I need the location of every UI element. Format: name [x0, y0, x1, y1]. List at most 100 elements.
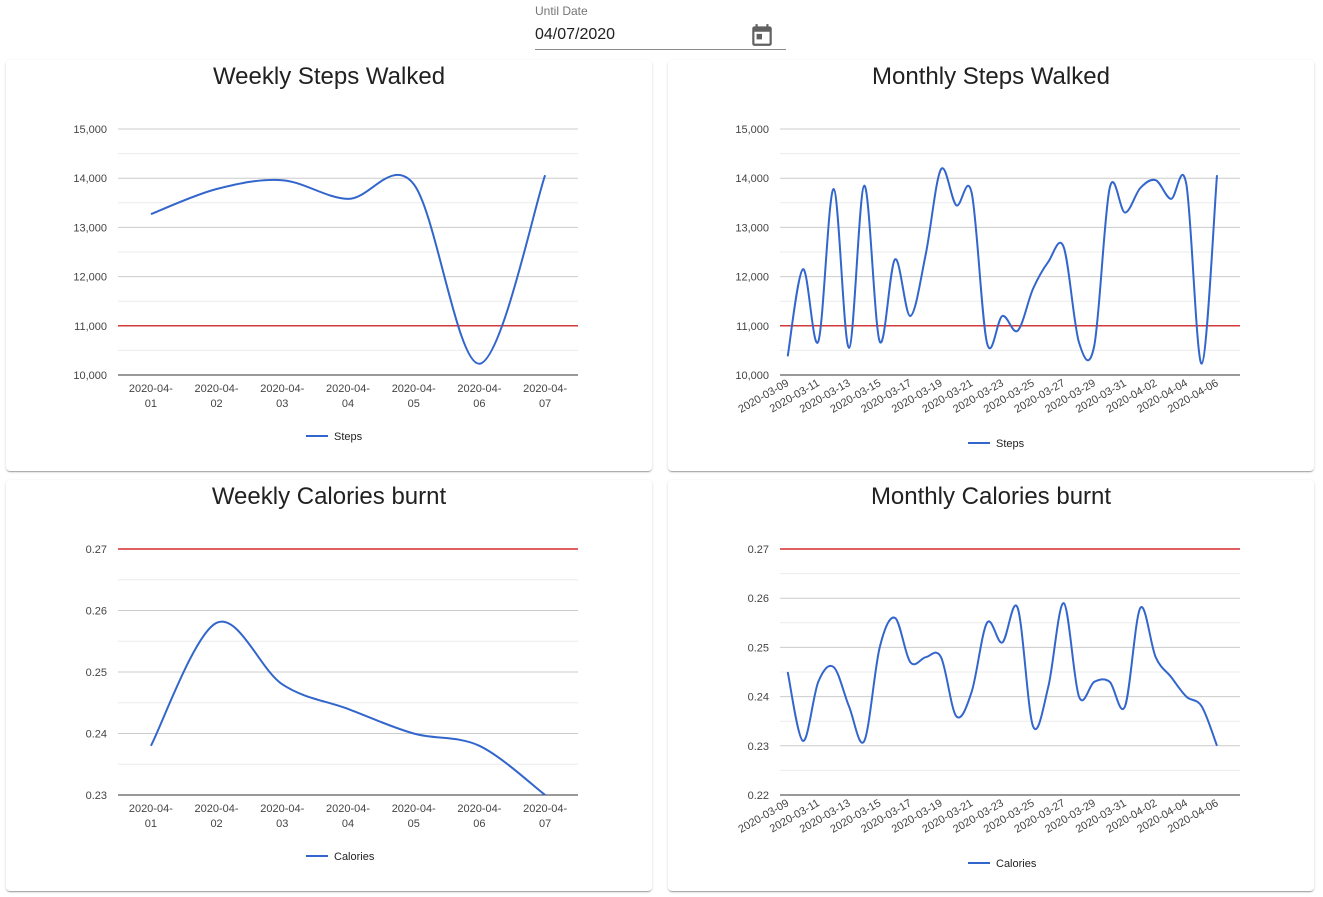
data-point[interactable]: [923, 251, 929, 257]
data-point[interactable]: [1122, 210, 1128, 216]
data-point[interactable]: [877, 339, 883, 345]
data-point[interactable]: [1076, 694, 1082, 700]
data-point[interactable]: [1168, 674, 1174, 680]
y-tick-label: 0.27: [748, 544, 769, 556]
data-point[interactable]: [214, 620, 220, 626]
data-point[interactable]: [907, 313, 913, 319]
data-point[interactable]: [1183, 694, 1189, 700]
data-point[interactable]: [476, 743, 482, 749]
monthly-calories-card: Monthly Calories burnt 0.22 0.23 0.24 0.25 0…: [668, 480, 1314, 891]
data-point[interactable]: [411, 181, 417, 187]
data-point[interactable]: [542, 792, 548, 798]
data-point[interactable]: [1214, 743, 1220, 749]
data-point[interactable]: [1168, 196, 1174, 202]
data-point[interactable]: [907, 659, 913, 665]
data-point[interactable]: [1137, 605, 1143, 611]
data-point[interactable]: [1030, 286, 1036, 292]
x-tick-label: 06: [473, 818, 485, 830]
legend[interactable]: Steps: [306, 431, 363, 443]
data-point[interactable]: [1214, 172, 1220, 178]
data-point[interactable]: [892, 615, 898, 621]
data-point[interactable]: [861, 183, 867, 189]
legend[interactable]: Steps: [968, 438, 1025, 450]
x-tick-label: 03: [276, 818, 288, 830]
monthly-steps-card: Monthly Steps Walked 10,000 11,000 12,000 1…: [668, 60, 1314, 471]
data-point[interactable]: [1122, 703, 1128, 709]
legend[interactable]: Calories: [306, 851, 375, 863]
data-point[interactable]: [785, 669, 791, 675]
y-tick-label: 0.25: [748, 642, 769, 654]
data-point[interactable]: [1030, 723, 1036, 729]
data-point[interactable]: [279, 681, 285, 687]
data-point[interactable]: [1183, 181, 1189, 187]
calendar-icon[interactable]: [749, 22, 775, 48]
data-point[interactable]: [148, 211, 154, 217]
data-point[interactable]: [892, 256, 898, 262]
data-point[interactable]: [953, 713, 959, 719]
data-point[interactable]: [1015, 328, 1021, 334]
data-point[interactable]: [1076, 340, 1082, 346]
data-point[interactable]: [1153, 177, 1159, 183]
data-point[interactable]: [999, 639, 1005, 645]
data-point[interactable]: [846, 345, 852, 351]
weekly-steps-chart: 10,000 11,000 12,000 13,000 14,000 15,000 2020…: [73, 124, 578, 443]
data-point[interactable]: [1137, 185, 1143, 191]
y-tick-label: 10,000: [73, 370, 107, 382]
y-tick-label: 12,000: [73, 272, 107, 284]
data-point[interactable]: [831, 186, 837, 192]
x-tick-label: 04: [342, 398, 354, 410]
data-point[interactable]: [476, 361, 482, 367]
data-point[interactable]: [800, 266, 806, 272]
data-point[interactable]: [877, 644, 883, 650]
data-point[interactable]: [1045, 684, 1051, 690]
x-tick-label: 07: [539, 398, 551, 410]
x-tick-label: 07: [539, 818, 551, 830]
data-point[interactable]: [800, 738, 806, 744]
data-point[interactable]: [984, 620, 990, 626]
y-tick-label: 11,000: [736, 321, 769, 333]
data-point[interactable]: [831, 664, 837, 670]
data-point[interactable]: [1061, 600, 1067, 606]
data-point[interactable]: [969, 689, 975, 695]
data-point[interactable]: [345, 706, 351, 712]
data-point[interactable]: [999, 313, 1005, 319]
data-point[interactable]: [148, 743, 154, 749]
data-point[interactable]: [279, 177, 285, 183]
x-tick-label: 2020-04-: [457, 803, 501, 815]
data-point[interactable]: [969, 190, 975, 196]
y-tick-label: 0.22: [748, 790, 769, 802]
data-point[interactable]: [345, 196, 351, 202]
data-point[interactable]: [1045, 259, 1051, 265]
data-point[interactable]: [1153, 654, 1159, 660]
data-point[interactable]: [815, 339, 821, 345]
data-point[interactable]: [1107, 185, 1113, 191]
data-point[interactable]: [861, 738, 867, 744]
data-point[interactable]: [1015, 605, 1021, 611]
data-point[interactable]: [542, 172, 548, 178]
data-point[interactable]: [846, 703, 852, 709]
legend[interactable]: Calories: [968, 858, 1037, 870]
x-tick-label: 2020-04-: [392, 803, 436, 815]
data-point[interactable]: [214, 186, 220, 192]
until-date-field[interactable]: Until Date: [535, 0, 786, 50]
y-tick-label: 0.26: [748, 593, 769, 605]
data-point[interactable]: [938, 654, 944, 660]
data-point[interactable]: [1091, 679, 1097, 685]
data-point[interactable]: [1107, 679, 1113, 685]
y-tick-label: 13,000: [735, 222, 769, 234]
data-point[interactable]: [785, 353, 791, 359]
x-tick-label: 02: [210, 818, 222, 830]
data-point[interactable]: [984, 340, 990, 346]
data-point[interactable]: [1061, 244, 1067, 250]
data-point[interactable]: [938, 166, 944, 172]
until-date-input[interactable]: [535, 22, 745, 48]
data-point[interactable]: [1199, 361, 1205, 367]
data-point[interactable]: [411, 731, 417, 737]
data-point[interactable]: [953, 202, 959, 208]
until-date-label: Until Date: [535, 4, 588, 18]
data-point[interactable]: [1091, 342, 1097, 348]
monthly-calories-chart: 0.220.230.240.250.260.272020-03-092020-0…: [736, 544, 1240, 870]
data-point[interactable]: [923, 654, 929, 660]
data-point[interactable]: [1199, 703, 1205, 709]
data-point[interactable]: [815, 679, 821, 685]
